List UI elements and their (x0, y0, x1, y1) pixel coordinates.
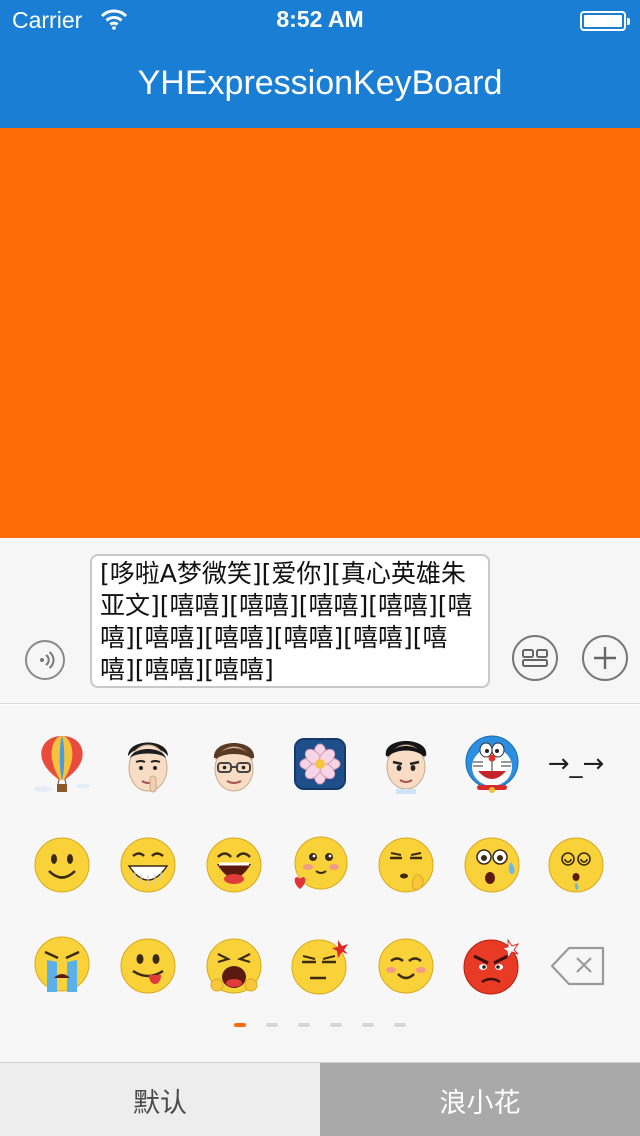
furious-face-icon (463, 938, 520, 995)
page-title: YHExpressionKeyBoard (137, 64, 503, 102)
emoji-yawn[interactable] (204, 936, 264, 996)
emoji-furious[interactable] (462, 936, 522, 996)
emoji-celebrity-glasses[interactable] (204, 734, 264, 794)
emoji-lotus-flower[interactable] (290, 734, 350, 794)
smile-face-icon (34, 837, 90, 893)
status-time: 8:52 AM (276, 6, 364, 32)
tab-default[interactable]: 默认 (0, 1063, 320, 1136)
emoji-cry[interactable] (32, 936, 92, 996)
voice-icon (40, 651, 55, 669)
emoji-grin[interactable] (118, 835, 178, 895)
keyboard-icon (522, 649, 548, 667)
input-toolbar: [哆啦A梦微笑][爱你][真心英雄朱亚文][嘻嘻][嘻嘻][嘻嘻][嘻嘻][嘻嘻… (0, 538, 640, 704)
battery-icon (580, 11, 630, 31)
emoji-smile[interactable] (32, 835, 92, 895)
lotus-icon (294, 738, 346, 790)
voice-button[interactable] (25, 640, 65, 680)
page-dot[interactable] (330, 1023, 342, 1027)
navigation-bar: YHExpressionKeyBoard (0, 40, 640, 128)
message-input[interactable]: [哆啦A梦微笑][爱你][真心英雄朱亚文][嘻嘻][嘻嘻][嘻嘻][嘻嘻][嘻嘻… (90, 554, 490, 688)
content-area[interactable] (0, 128, 640, 538)
emoji-balloon[interactable] (32, 734, 92, 794)
tab-lang-xiao-hua[interactable]: 浪小花 (320, 1063, 640, 1136)
surprised-face-icon (464, 837, 520, 893)
cartoon-face-icon (128, 742, 168, 793)
doraemon-icon (465, 735, 519, 793)
emoji-doraemon[interactable] (462, 734, 522, 794)
page-dot[interactable] (362, 1023, 374, 1027)
emoji-keyboard-toggle-button[interactable] (512, 635, 558, 681)
emoji-celebrity-smile[interactable] (376, 734, 436, 794)
cartoon-face-icon (385, 741, 427, 794)
emoji-surprised[interactable] (462, 835, 522, 895)
balloon-icon (34, 736, 90, 792)
page-dot[interactable] (298, 1023, 310, 1027)
emoji-angry-vein[interactable] (290, 936, 350, 996)
grin-face-icon (120, 837, 176, 893)
annoyed-face-icon (291, 939, 348, 995)
yawn-face-icon (206, 938, 262, 994)
page-dot-active[interactable] (234, 1023, 246, 1027)
emoji-panel: →_→ (0, 705, 640, 1062)
emoji-tongue[interactable] (118, 936, 178, 996)
page-dot[interactable] (394, 1023, 406, 1027)
page-dot[interactable] (266, 1023, 278, 1027)
emoji-arrow-face[interactable]: →_→ (546, 734, 606, 794)
tongue-face-icon (120, 938, 176, 994)
plus-icon (594, 647, 616, 669)
emoji-love[interactable] (290, 835, 350, 895)
dizzy-face-icon (548, 837, 604, 893)
blush-face-icon (378, 938, 434, 994)
emoji-package-tabs: 默认 浪小花 (0, 1062, 640, 1136)
emoji-shush[interactable] (376, 835, 436, 895)
arrow-face-text: →_→ (547, 749, 605, 779)
backspace-icon (550, 946, 605, 986)
emoji-blush[interactable] (376, 936, 436, 996)
status-bar: Carrier 8:52 AM (0, 0, 640, 40)
emoji-celebrity-finger-on-lips[interactable] (118, 734, 178, 794)
more-button[interactable] (582, 635, 628, 681)
emoji-delete-button[interactable] (548, 936, 608, 996)
emoji-laugh[interactable] (204, 835, 264, 895)
cartoon-face-icon (213, 743, 255, 792)
shush-face-icon (378, 837, 434, 893)
emoji-dizzy[interactable] (546, 835, 606, 895)
page-indicator (0, 1023, 640, 1027)
laugh-face-icon (206, 837, 262, 893)
love-face-icon (294, 836, 348, 890)
cry-face-icon (34, 936, 90, 992)
